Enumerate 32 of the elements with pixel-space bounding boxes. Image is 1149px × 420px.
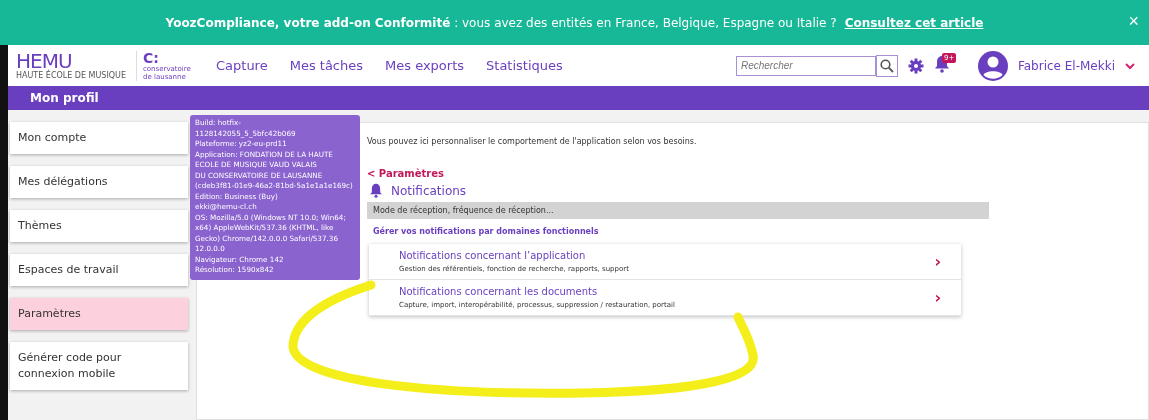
page-title: Mon profil xyxy=(30,91,99,105)
bell-icon xyxy=(369,183,383,198)
section-bar: Mode de réception, fréquence de réception... xyxy=(367,202,989,219)
nav-link[interactable]: Statistiques xyxy=(486,58,563,73)
search-button[interactable] xyxy=(875,54,898,77)
search-field[interactable]: Rechercher xyxy=(735,55,876,76)
sidebar-item[interactable]: Mes délégations xyxy=(10,166,188,198)
card-title: Notifications concernant les documents xyxy=(399,286,599,297)
banner-message: YoozCompliance, votre add-on Conformité : vous avez des entités en France, Belgique, Espagne ou Italie ? xyxy=(165,15,837,30)
nav-link[interactable]: Mes tâches xyxy=(289,58,364,73)
chevron: › xyxy=(934,252,941,271)
sidebar-item[interactable]: Thèmes xyxy=(10,210,188,242)
search-icon xyxy=(879,58,894,73)
nav-link[interactable]: Mes exports xyxy=(385,58,465,73)
logo-tagline: HAUTE ÉCOLE DE MUSIQUE xyxy=(16,71,126,80)
subheading: Gérer vos notifications par domaines fonctionnels xyxy=(373,227,600,236)
intro-text: Vous pouvez ici personnaliser le comportement de l'application selon vos besoins. xyxy=(367,137,698,146)
settings-icon[interactable] xyxy=(907,57,924,74)
back-link[interactable]: < Paramètres xyxy=(367,168,1148,179)
sidebar-item[interactable]: Espaces de travail xyxy=(10,254,188,286)
user-menu[interactable]: Fabrice El-Mekki xyxy=(1017,58,1115,73)
sidebar-item[interactable]: Paramètres xyxy=(10,298,188,330)
section-title: Notifications xyxy=(391,183,467,198)
nav-link[interactable]: Capture xyxy=(216,58,268,73)
logo-wordmark: HEMU xyxy=(16,51,73,71)
logo-mark: C: xyxy=(143,50,160,65)
avatar-icon xyxy=(977,50,1008,81)
chevron-down-icon[interactable] xyxy=(1125,61,1135,70)
card-title: Notifications concernant l’application xyxy=(399,250,587,261)
sidebar-item[interactable]: Générer code pour connexion mobile xyxy=(10,342,188,390)
sidebar-item[interactable]: Mon compte xyxy=(10,122,188,154)
chevron: › xyxy=(934,288,941,307)
